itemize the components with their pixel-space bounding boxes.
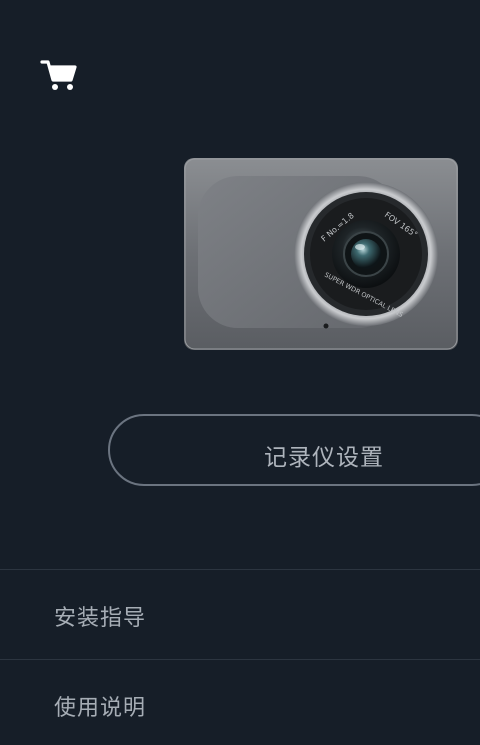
dashcam-settings-label: 记录仪设置 <box>264 445 384 471</box>
user-manual-label: 使用说明 <box>54 696 147 721</box>
menu-item-install-guide[interactable]: 安装指导 <box>0 570 480 659</box>
cart-button[interactable] <box>40 56 78 92</box>
app-screen: F No.=1.8 FOV 165° SUPER WDR OPTICAL LEN… <box>0 0 480 745</box>
menu-item-user-manual[interactable]: 使用说明 <box>0 660 480 745</box>
install-guide-label: 安装指导 <box>54 606 147 631</box>
shopping-cart-icon <box>40 60 77 90</box>
dashcam-settings-button[interactable]: 记录仪设置 <box>108 414 480 486</box>
dashcam-image: F No.=1.8 FOV 165° SUPER WDR OPTICAL LEN… <box>184 156 458 350</box>
